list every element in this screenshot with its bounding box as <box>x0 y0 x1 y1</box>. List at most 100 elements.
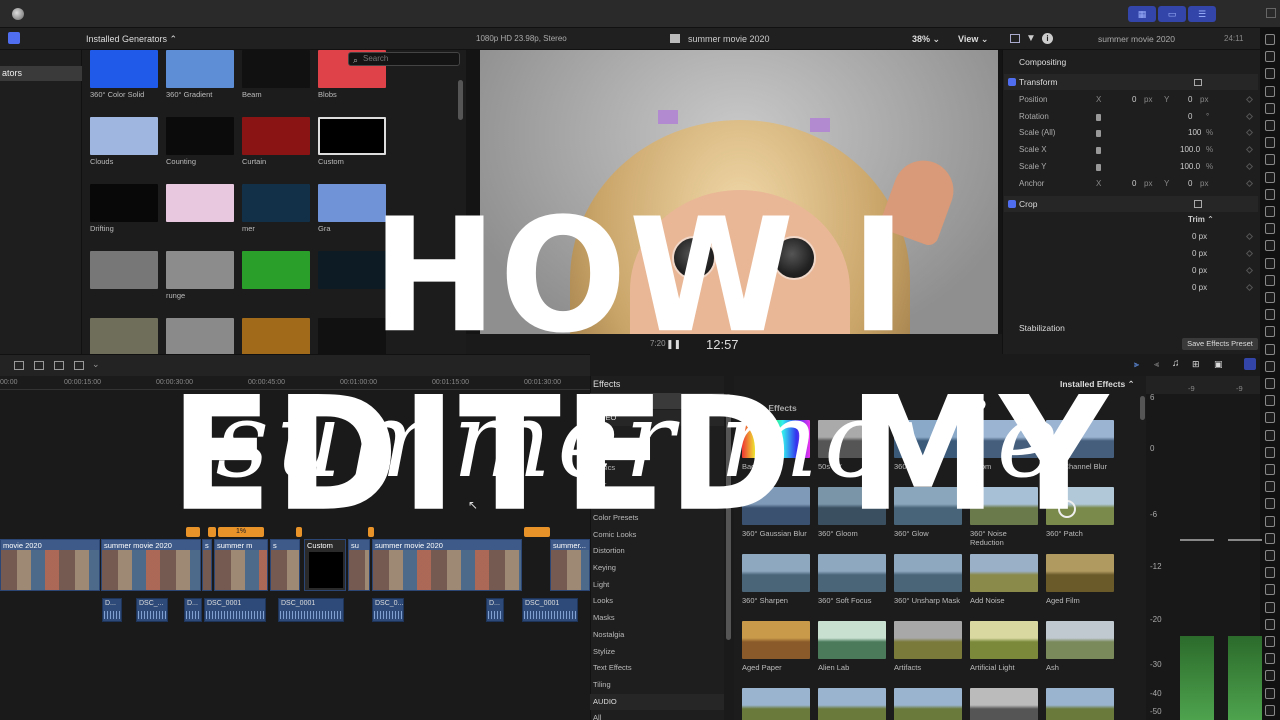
audio-clip[interactable]: DSC_... <box>136 598 168 622</box>
effect-thumbnail[interactable] <box>818 621 886 659</box>
video-inspector-icon[interactable] <box>1010 34 1020 43</box>
effects-category-item[interactable]: Tiling <box>590 677 724 693</box>
timeline-clip[interactable]: summer movie 2020 <box>101 539 201 591</box>
inspector-row-scale-all-[interactable]: Scale (All) 100% <box>1004 125 1258 141</box>
effect-thumbnail[interactable] <box>1046 621 1114 659</box>
compositing-row[interactable]: Compositing <box>1004 54 1258 70</box>
timeline-clip[interactable]: Custom <box>304 539 346 591</box>
audio-clip[interactable]: DSC_0001 <box>278 598 344 622</box>
y-value[interactable]: 0 <box>1188 92 1192 108</box>
keyframe-icon[interactable] <box>1245 95 1254 104</box>
effect-thumbnail[interactable] <box>970 554 1038 592</box>
effects-category-item[interactable]: Looks <box>590 593 724 609</box>
keyframe-icon[interactable] <box>1245 146 1254 154</box>
audio-clip[interactable]: D... <box>486 598 504 622</box>
fullscreen-icon[interactable] <box>1266 8 1276 18</box>
keyframe-icon[interactable] <box>1245 249 1254 258</box>
keyframe-icon[interactable] <box>1245 162 1254 170</box>
timeline-clip[interactable]: summer movie 2020 <box>372 539 522 591</box>
audio-clip[interactable]: DSC_0001 <box>522 598 578 622</box>
clip-filmstrip <box>551 550 589 590</box>
effects-category-item[interactable]: Keying <box>590 560 724 576</box>
generator-thumbnail[interactable] <box>166 117 234 155</box>
effect-thumbnail[interactable] <box>818 554 886 592</box>
viewer-zoom[interactable]: 38% ⌄ <box>912 34 940 45</box>
effect-thumbnail[interactable] <box>1046 688 1114 720</box>
effects-category-item[interactable]: All <box>590 710 724 720</box>
effect-thumbnail[interactable] <box>970 688 1038 720</box>
browser-scrollbar[interactable] <box>458 80 463 120</box>
x-value[interactable]: 0 <box>1132 92 1136 108</box>
generator-label: Blobs <box>318 90 337 99</box>
effects-category-item[interactable]: Stylize <box>590 644 724 660</box>
transform-checkbox[interactable] <box>1008 78 1016 86</box>
slider-handle[interactable] <box>1096 130 1101 138</box>
inspector-row-position[interactable]: Position X 0 px Y 0 px <box>1004 92 1258 108</box>
timeline-clip[interactable]: s <box>270 539 300 591</box>
inspector-toggle-button[interactable]: ☰ <box>1188 6 1216 22</box>
slider-handle[interactable] <box>1096 113 1101 121</box>
transform-overlay-icon[interactable] <box>1194 79 1202 86</box>
effects-category-item[interactable]: AUDIO <box>590 693 724 710</box>
keyframe-icon[interactable] <box>1245 179 1254 187</box>
effect-thumbnail[interactable] <box>742 621 810 659</box>
generator-thumbnail[interactable] <box>318 117 386 155</box>
effect-thumbnail[interactable] <box>970 621 1038 659</box>
keyframe-icon[interactable] <box>1245 129 1254 137</box>
timeline-clip[interactable]: summer... <box>550 539 590 591</box>
inspector-row-scale-y[interactable]: Scale Y 100.0% <box>1004 159 1258 175</box>
slider-handle[interactable] <box>1096 163 1101 171</box>
viewer-view-menu[interactable]: View ⌄ <box>958 34 988 45</box>
effect-thumbnail[interactable] <box>742 688 810 720</box>
effect-thumbnail[interactable] <box>1046 554 1114 592</box>
keyframe-icon[interactable] <box>1245 283 1254 292</box>
generator-thumbnail[interactable] <box>166 50 234 88</box>
slider-handle[interactable] <box>1096 147 1101 155</box>
effects-category-item[interactable]: Text Effects <box>590 660 724 676</box>
audio-clip[interactable]: DSC_0... <box>372 598 404 622</box>
effects-category-item[interactable]: Nostalgia <box>590 627 724 643</box>
effects-browser-icon[interactable] <box>1244 358 1256 370</box>
library-toggle-button[interactable]: ▦ <box>1128 6 1156 22</box>
inspector-row-rotation[interactable]: Rotation 0 ° <box>1004 109 1258 125</box>
meter-bar-right <box>1228 636 1262 720</box>
timeline-clip[interactable]: s <box>202 539 212 591</box>
effects-category-item[interactable]: Light <box>590 577 724 593</box>
audio-clip[interactable]: D... <box>102 598 122 622</box>
sidebar-item-generators[interactable]: ators <box>0 66 82 81</box>
clip-appearance-icon[interactable] <box>14 361 24 370</box>
keyframe-icon[interactable] <box>1245 112 1254 120</box>
effect-thumbnail[interactable] <box>894 554 962 592</box>
audio-clip[interactable]: D... <box>184 598 202 622</box>
effect-thumbnail[interactable] <box>894 621 962 659</box>
keyframe-icon[interactable] <box>1245 266 1254 275</box>
film-hole <box>1265 498 1275 510</box>
browser-toggle-button[interactable]: ▭ <box>1158 6 1186 22</box>
search-input[interactable]: ⌕ Search <box>348 52 460 66</box>
generator-thumbnail[interactable] <box>90 50 158 88</box>
timeline-clip[interactable]: su <box>348 539 370 591</box>
browser-title[interactable]: Installed Generators ⌃ <box>86 34 177 45</box>
info-icon[interactable]: i <box>1042 33 1053 44</box>
value[interactable]: 100 <box>1188 125 1201 141</box>
value[interactable]: 100.0 <box>1180 159 1200 175</box>
timeline-clip[interactable]: movie 2020 <box>0 539 100 591</box>
value[interactable]: 100.0 <box>1180 142 1200 158</box>
transform-row[interactable]: Transform <box>1004 74 1258 90</box>
effects-category-item[interactable]: Masks <box>590 610 724 626</box>
keyframe-icon[interactable] <box>1245 232 1254 241</box>
filter-icon[interactable]: ▼ <box>1026 33 1036 44</box>
film-hole <box>1265 687 1275 699</box>
audio-clip[interactable]: DSC_0001 <box>204 598 266 622</box>
effect-thumbnail[interactable] <box>742 554 810 592</box>
inspector-row-scale-x[interactable]: Scale X 100.0% <box>1004 142 1258 158</box>
timeline-clip[interactable]: summer m <box>214 539 268 591</box>
generator-thumbnail[interactable] <box>242 117 310 155</box>
effect-thumbnail[interactable] <box>894 688 962 720</box>
overlay-script: summer movie <box>215 379 1065 501</box>
effect-thumbnail[interactable] <box>818 688 886 720</box>
value[interactable]: 0 <box>1188 109 1192 125</box>
generator-thumbnail[interactable] <box>90 117 158 155</box>
libraries-icon[interactable] <box>8 32 20 44</box>
generator-thumbnail[interactable] <box>242 50 310 88</box>
